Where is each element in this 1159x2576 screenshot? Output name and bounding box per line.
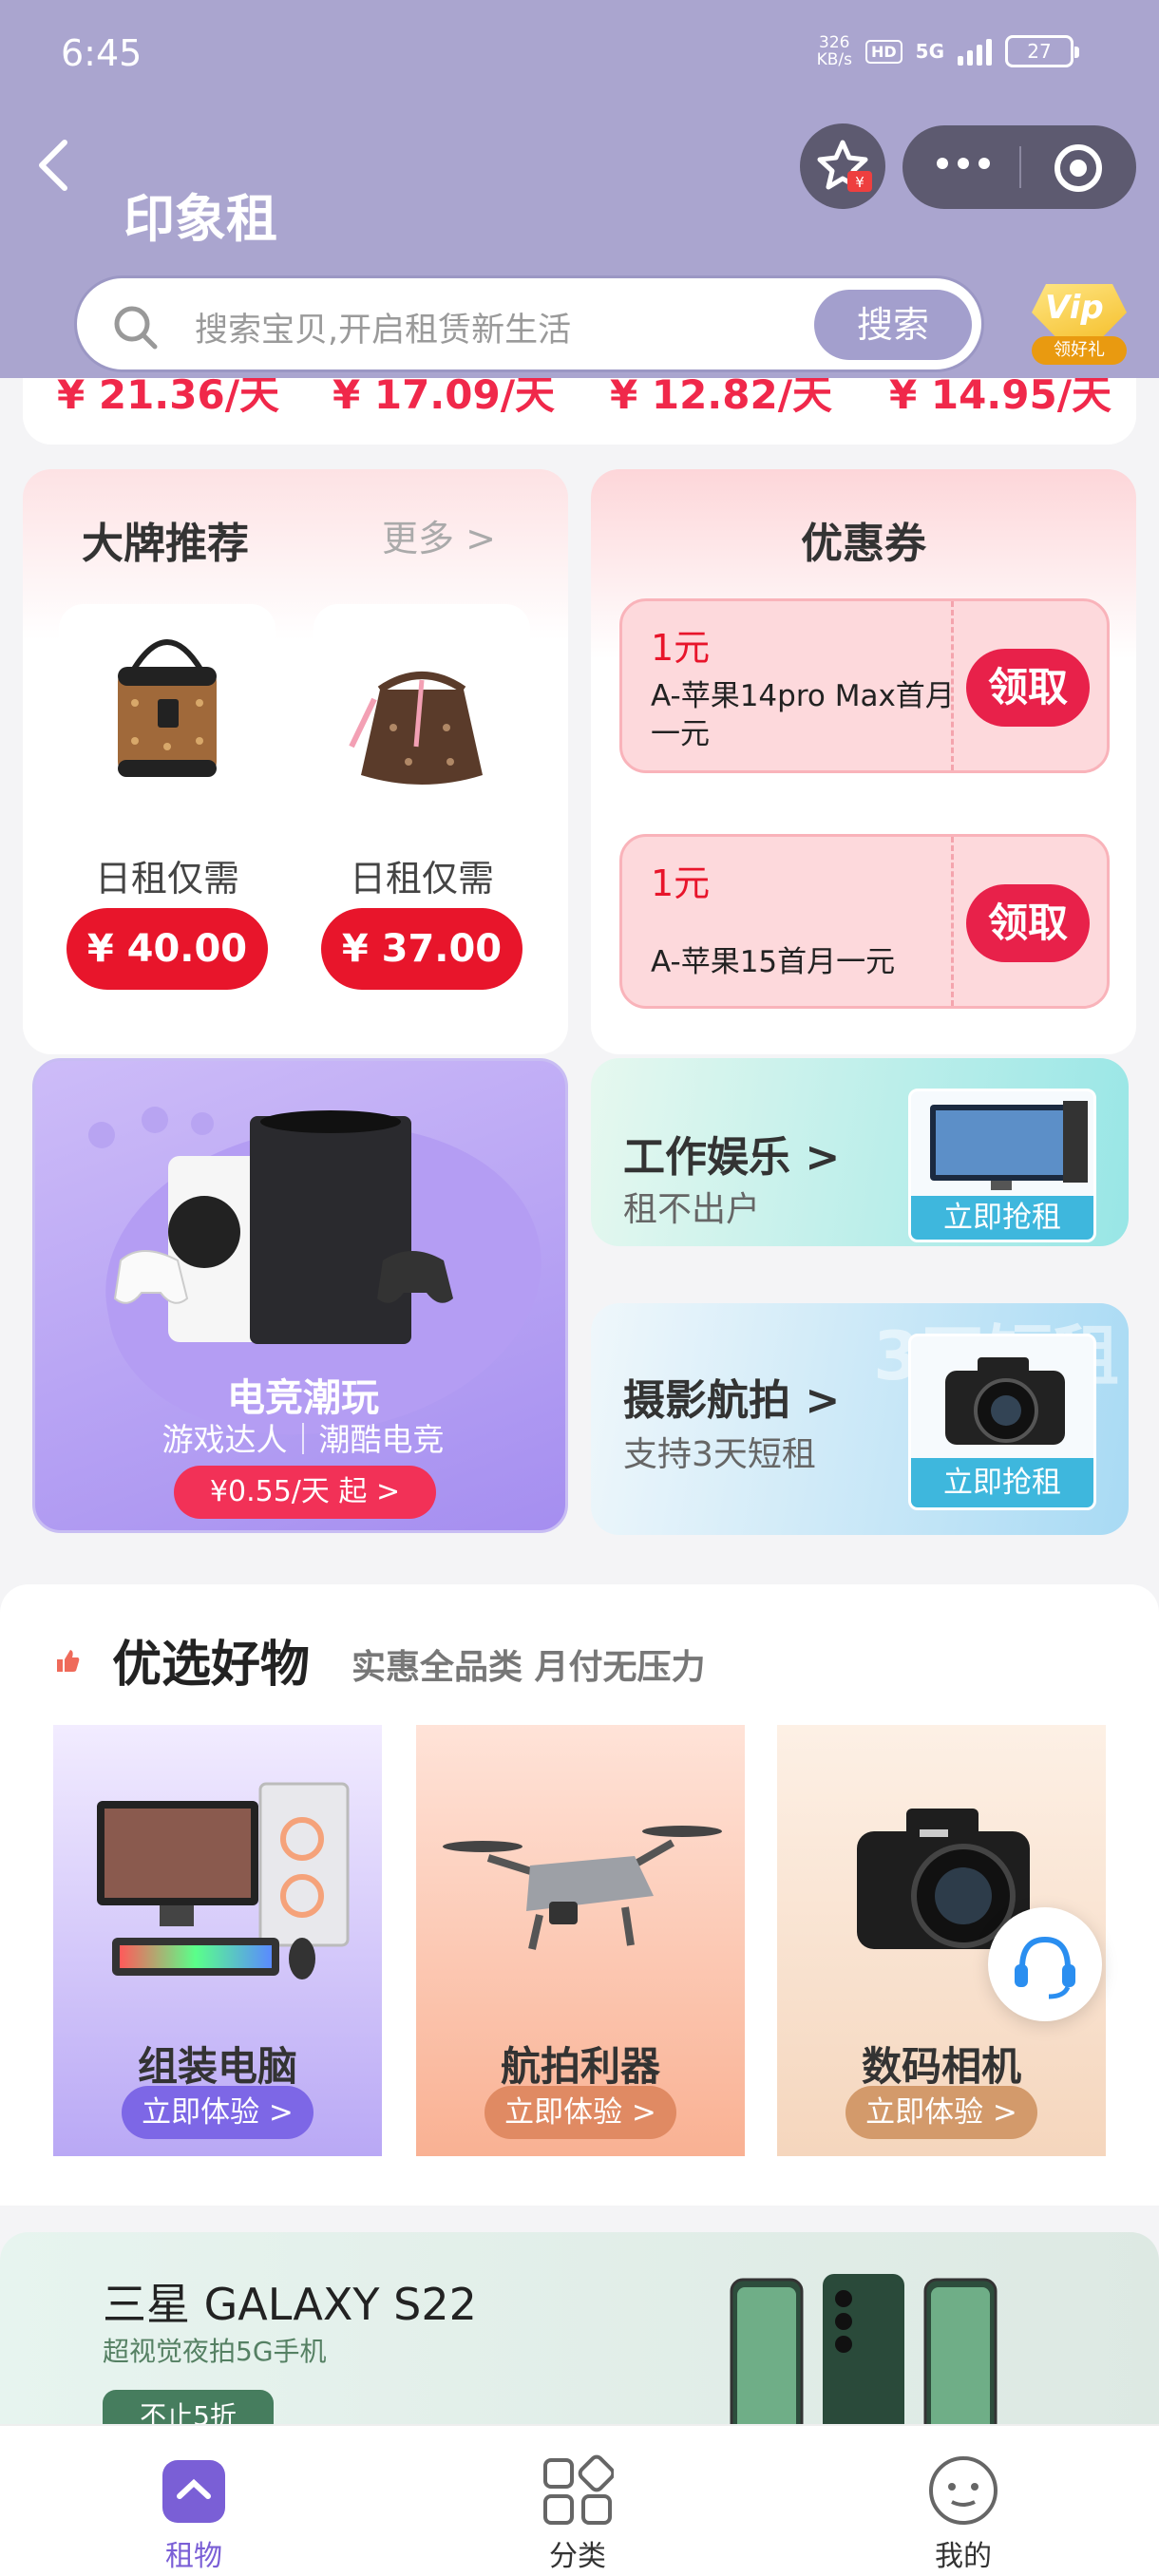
- vip-gift-badge[interactable]: Vip 领好礼: [1024, 277, 1134, 372]
- headset-icon: [1015, 1936, 1075, 1999]
- price-badge[interactable]: ¥ 40.00: [66, 908, 268, 990]
- camera-image: [945, 1357, 1065, 1445]
- tab-mine[interactable]: 我的: [868, 2426, 1058, 2576]
- favorite-button[interactable]: ¥: [800, 123, 885, 209]
- status-time: 6:45: [61, 32, 142, 74]
- coupon-description: A-苹果14pro Max首月一元: [651, 679, 955, 751]
- coupon-amount: 1元: [651, 627, 711, 669]
- svg-text:¥: ¥: [855, 174, 864, 191]
- tab-label: 租物: [165, 2540, 222, 2573]
- claim-coupon-button[interactable]: 领取: [966, 649, 1090, 727]
- price-badge[interactable]: ¥ 37.00: [321, 908, 522, 990]
- star-coupon-icon: ¥: [817, 140, 872, 192]
- page: 6:45 326 KB/s HD 5G 27 印象租 ¥ 搜索宝贝,开启租赁新生活…: [0, 0, 1159, 2576]
- esports-price-button[interactable]: ¥0.55/天 起 >: [174, 1466, 436, 1519]
- product-image-bag-cylinder[interactable]: [59, 604, 276, 823]
- esports-subtitle: 游戏达人｜潮酷电竞: [162, 1421, 445, 1458]
- coupon-card: 优惠券 1元 A-苹果14pro Max首月一元 领取 1元 A-苹果15首月一…: [591, 469, 1136, 1054]
- close-target-icon[interactable]: [1054, 144, 1102, 192]
- promo-title: 三星 GALAXY S22: [103, 2279, 477, 2330]
- product-image-bucket-bag[interactable]: [314, 604, 530, 823]
- drone-image: [443, 1826, 722, 1950]
- try-now-button[interactable]: 立即体验 >: [484, 2086, 676, 2139]
- search-icon: [114, 306, 158, 350]
- status-icons: 326 KB/s HD 5G 27: [816, 33, 1079, 69]
- page-title: 印象租: [124, 189, 277, 249]
- tab-label: 分类: [549, 2540, 606, 2573]
- tile-name: 航拍利器: [500, 2043, 660, 2090]
- category-grid-icon: [543, 2454, 614, 2525]
- brand-title: 大牌推荐: [82, 520, 249, 568]
- battery-icon: 27: [1005, 35, 1079, 67]
- promo-subtitle: 超视觉夜拍5G手机: [103, 2336, 327, 2367]
- network-speed: 326 KB/s: [816, 33, 852, 69]
- brand-recommend-card: 大牌推荐 更多 > 日租仅需 日租仅需 ¥ 40.00 ¥ 37.00: [23, 469, 568, 1054]
- photography-banner[interactable]: 3天短租 摄影航拍 > 支持3天短租 立即抢租: [591, 1303, 1129, 1535]
- mini-program-capsule: [902, 125, 1136, 209]
- signal-icon: [958, 37, 992, 66]
- featured-title: 优选好物: [112, 1637, 311, 1694]
- tile-name: 组装电脑: [137, 2043, 297, 2090]
- bottom-tab-bar: 租物 分类 我的: [0, 2424, 1159, 2576]
- coupon-amount: 1元: [651, 862, 711, 904]
- daily-rent-label: 日租仅需: [349, 858, 494, 900]
- coupon-description: A-苹果15首月一元: [651, 945, 896, 979]
- tile-aerial-drone[interactable]: 航拍利器 立即体验 >: [416, 1725, 745, 2156]
- daily-rent-label: 日租仅需: [94, 858, 239, 900]
- tile-name: 数码相机: [861, 2043, 1021, 2090]
- customer-service-button[interactable]: [988, 1907, 1102, 2021]
- thumbs-up-icon: [57, 1650, 80, 1672]
- hd-icon: HD: [864, 39, 902, 64]
- tab-label: 我的: [935, 2540, 992, 2573]
- photo-title: 摄影航拍 >: [623, 1376, 841, 1425]
- profile-face-icon: [929, 2456, 998, 2525]
- gaming-pc-image: [97, 1782, 350, 1979]
- work-title: 工作娱乐 >: [623, 1133, 841, 1182]
- try-now-button[interactable]: 立即体验 >: [846, 2086, 1037, 2139]
- home-icon: [162, 2460, 225, 2523]
- work-subtitle: 租不出户: [623, 1190, 761, 1229]
- work-rent-button[interactable]: 立即抢租: [911, 1196, 1093, 1240]
- game-console-image: [88, 1107, 453, 1344]
- computer-thumbnail: 立即抢租: [908, 1089, 1096, 1242]
- more-menu-icon[interactable]: [937, 158, 990, 169]
- computer-image: [930, 1101, 1088, 1190]
- featured-subtitle: 实惠全品类 月付无压力: [352, 1648, 706, 1687]
- top-header: 6:45 326 KB/s HD 5G 27 印象租 ¥ 搜索宝贝,开启租赁新生活…: [0, 0, 1159, 378]
- camera-thumbnail: 立即抢租: [908, 1334, 1096, 1510]
- work-entertainment-banner[interactable]: 工作娱乐 > 租不出户 立即抢租: [591, 1058, 1129, 1246]
- search-bar[interactable]: 搜索宝贝,开启租赁新生活 搜索: [74, 275, 984, 372]
- esports-banner[interactable]: 电竞潮玩 游戏达人｜潮酷电竞 ¥0.55/天 起 >: [32, 1058, 568, 1533]
- photo-subtitle: 支持3天短租: [623, 1435, 816, 1474]
- coupon-item: 1元 A-苹果14pro Max首月一元 领取: [619, 598, 1110, 773]
- search-button[interactable]: 搜索: [814, 290, 972, 360]
- photo-rent-button[interactable]: 立即抢租: [911, 1458, 1093, 1507]
- back-icon[interactable]: [34, 137, 72, 194]
- coupon-title: 优惠券: [801, 520, 926, 568]
- featured-section: 优选好物 实惠全品类 月付无压力 组装电脑 立即体验 > 航拍利器 立即体验 >…: [0, 1584, 1159, 2206]
- tile-assembled-pc[interactable]: 组装电脑 立即体验 >: [53, 1725, 382, 2156]
- search-input[interactable]: 搜索宝贝,开启租赁新生活: [195, 303, 571, 351]
- brand-more-link[interactable]: 更多 >: [382, 509, 496, 561]
- tab-category[interactable]: 分类: [483, 2426, 673, 2576]
- coupon-item: 1元 A-苹果15首月一元 领取: [619, 834, 1110, 1009]
- claim-coupon-button[interactable]: 领取: [966, 884, 1090, 962]
- try-now-button[interactable]: 立即体验 >: [122, 2086, 314, 2139]
- 5g-icon: 5G: [915, 40, 944, 63]
- tab-rent[interactable]: 租物: [99, 2426, 289, 2576]
